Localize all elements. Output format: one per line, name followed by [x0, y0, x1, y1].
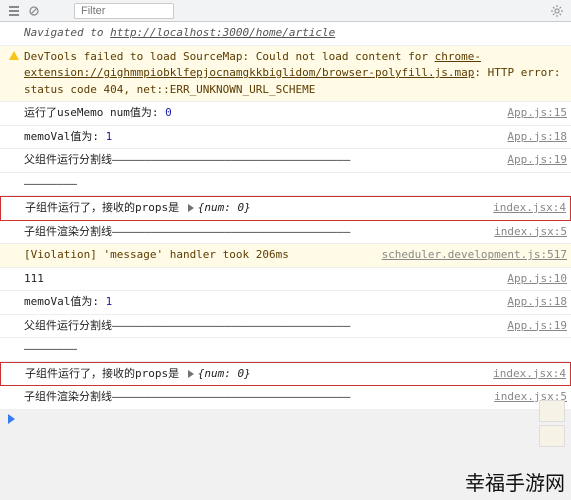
warning-message: DevTools failed to load SourceMap: Could…: [0, 46, 571, 103]
log-message: 子组件运行了，接收的props是 {num: 0} index.jsx:4: [0, 196, 571, 221]
log-message: memoVal值为: 1 App.js:18: [0, 291, 571, 315]
prompt-caret-icon: [8, 414, 15, 424]
log-continuation: ————————: [24, 342, 77, 355]
log-message: ————————: [0, 173, 571, 197]
nav-message: Navigated to http://localhost:3000/home/…: [0, 22, 571, 46]
log-text: 子组件渲染分割线: [24, 390, 112, 403]
log-message: 子组件渲染分割线————————————————————————————————…: [0, 386, 571, 410]
divider-dashes: ————————————————————————————————————: [112, 319, 350, 332]
log-number: 0: [165, 106, 172, 119]
log-message: memoVal值为: 1 App.js:18: [0, 126, 571, 150]
warn-text: DevTools failed to load SourceMap: Could…: [24, 50, 435, 63]
violation-message: [Violation] 'message' handler took 206ms…: [0, 244, 571, 268]
object-preview[interactable]: {num: 0}: [198, 201, 251, 214]
source-link[interactable]: App.js:18: [499, 129, 567, 146]
log-message: 运行了useMemo num值为: 0 App.js:15: [0, 102, 571, 126]
source-link[interactable]: App.js:15: [499, 105, 567, 122]
log-message: 父组件运行分割线————————————————————————————————…: [0, 315, 571, 339]
source-link[interactable]: index.jsx:5: [486, 224, 567, 241]
source-link[interactable]: index.jsx:4: [485, 366, 566, 383]
log-text: 子组件运行了，接收的props是: [25, 201, 186, 214]
source-link[interactable]: App.js:18: [499, 294, 567, 311]
console-prompt[interactable]: [0, 410, 571, 431]
source-link[interactable]: App.js:19: [499, 152, 567, 169]
log-text: 运行了useMemo num值为:: [24, 106, 165, 119]
source-link[interactable]: scheduler.development.js:517: [374, 247, 567, 264]
log-message: 子组件运行了，接收的props是 {num: 0} index.jsx:4: [0, 362, 571, 387]
thumbnail: [539, 400, 565, 422]
watermark-text: 幸福手游网: [465, 467, 565, 496]
log-text: 111: [24, 272, 44, 285]
log-number: 1: [106, 295, 113, 308]
log-text: 子组件运行了，接收的props是: [25, 367, 186, 380]
disclosure-icon[interactable]: [188, 204, 194, 212]
thumbnail: [539, 425, 565, 447]
thumbnail-stack: [539, 400, 569, 450]
console-toolbar: [0, 0, 571, 22]
log-number: 1: [106, 130, 113, 143]
log-text: 父组件运行分割线: [24, 153, 112, 166]
nav-url[interactable]: http://localhost:3000/home/article: [110, 26, 335, 39]
warning-icon: [9, 51, 19, 60]
disclosure-icon[interactable]: [188, 370, 194, 378]
log-text: memoVal值为:: [24, 130, 106, 143]
log-continuation: ————————: [24, 177, 77, 190]
log-text: 父组件运行分割线: [24, 319, 112, 332]
log-text: [Violation] 'message' handler took 206ms: [24, 248, 289, 261]
source-link[interactable]: App.js:10: [499, 271, 567, 288]
filter-input[interactable]: [74, 3, 174, 19]
menu-icon[interactable]: [4, 1, 24, 21]
console-output: Navigated to http://localhost:3000/home/…: [0, 22, 571, 410]
settings-icon[interactable]: [547, 1, 567, 21]
divider-dashes: ————————————————————————————————————: [112, 225, 350, 238]
clear-icon[interactable]: [24, 1, 44, 21]
log-message: ————————: [0, 338, 571, 362]
log-message: 111 App.js:10: [0, 268, 571, 292]
log-text: memoVal值为:: [24, 295, 106, 308]
divider-dashes: ————————————————————————————————————: [112, 153, 350, 166]
source-link[interactable]: index.jsx:4: [485, 200, 566, 217]
log-message: 父组件运行分割线————————————————————————————————…: [0, 149, 571, 173]
object-preview[interactable]: {num: 0}: [198, 367, 251, 380]
log-message: 子组件渲染分割线————————————————————————————————…: [0, 221, 571, 245]
source-link[interactable]: App.js:19: [499, 318, 567, 335]
nav-prefix: Navigated to: [24, 26, 110, 39]
log-text: 子组件渲染分割线: [24, 225, 112, 238]
divider-dashes: ————————————————————————————————————: [112, 390, 350, 403]
